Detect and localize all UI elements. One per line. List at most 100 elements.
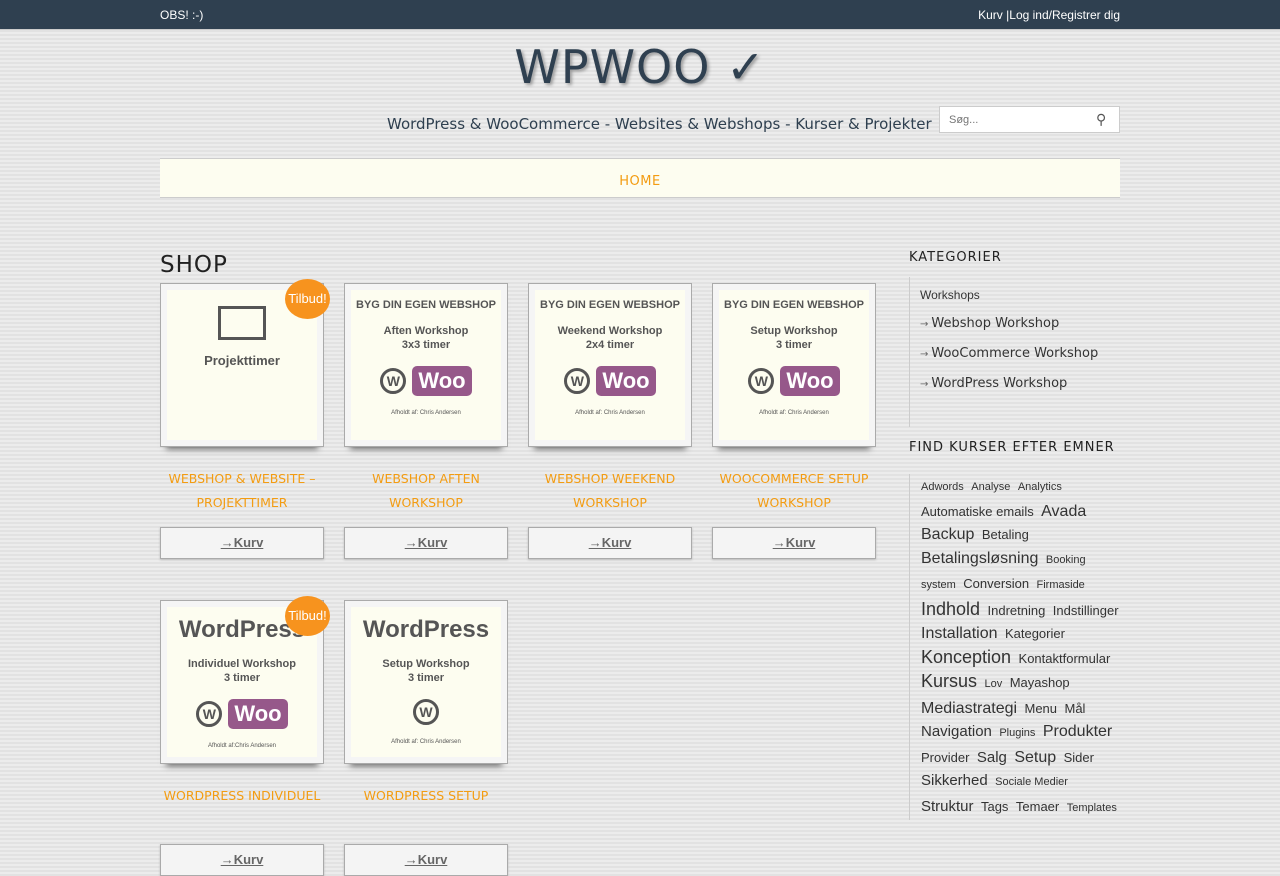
- tag-link[interactable]: Conversion: [963, 576, 1029, 591]
- product-title[interactable]: WEBSHOP AFTEN WORKSHOP: [344, 467, 508, 527]
- image-line1: Setup Workshop: [750, 325, 838, 337]
- search-input[interactable]: [940, 113, 1090, 126]
- tag-link[interactable]: Backup: [921, 526, 974, 543]
- product-title[interactable]: WEBSHOP & WEBSITE – PROJEKTTIMER: [160, 467, 324, 527]
- tag-link[interactable]: Adwords: [921, 481, 964, 493]
- product-card: Tilbud! WordPress Individuel Workshop 3 ti…: [160, 596, 330, 876]
- login-link[interactable]: Log ind/Registrer dig: [1009, 8, 1120, 22]
- add-to-cart-button[interactable]: →Kurv: [528, 527, 692, 559]
- cart-link[interactable]: Kurv: [978, 8, 1003, 22]
- woocommerce-logo-icon: Woo: [780, 366, 840, 396]
- tag-link[interactable]: Analyse: [971, 481, 1010, 493]
- tag-link[interactable]: Indhold: [921, 599, 980, 619]
- image-line1: Projekttimer: [204, 353, 280, 368]
- woocommerce-logo-icon: Woo: [228, 699, 288, 729]
- nav-home[interactable]: HOME: [619, 174, 660, 189]
- wordpress-logo-icon: W: [564, 368, 591, 394]
- product-title[interactable]: WOOCOMMERCE SETUP WORKSHOP: [712, 467, 876, 527]
- tag-link[interactable]: Installation: [921, 625, 998, 642]
- main-nav: HOME: [160, 158, 1120, 198]
- product-title[interactable]: WEBSHOP WEEKEND WORKSHOP: [528, 467, 692, 527]
- tag-link[interactable]: Navigation: [921, 723, 992, 740]
- product-card: Tilbud! Projekttimer WEBSHOP & WEBSITE –…: [160, 279, 330, 559]
- tag-link[interactable]: Betalingsløsning: [921, 550, 1038, 567]
- tag-link[interactable]: Kategorier: [1005, 626, 1065, 641]
- image-line1: Weekend Workshop: [557, 325, 663, 337]
- category-label: WordPress Workshop: [931, 376, 1068, 391]
- search-box: ⚲: [939, 106, 1120, 133]
- image-byline: Afholdt af:Chris Andersen: [207, 743, 277, 749]
- tag-link[interactable]: Sider: [1064, 750, 1094, 765]
- tag-link[interactable]: Mål: [1064, 701, 1085, 716]
- image-heading: BYG DIN EGEN WEBSHOP: [724, 299, 864, 311]
- product-title[interactable]: WORDPRESS SETUP: [344, 784, 508, 844]
- add-to-cart-button[interactable]: →Kurv: [160, 527, 324, 559]
- image-heading: BYG DIN EGEN WEBSHOP: [540, 299, 680, 311]
- image-line1: Setup Workshop: [382, 658, 470, 670]
- image-byline: Afholdt af: Chris Andersen: [391, 410, 461, 416]
- image-line2: 3 timer: [775, 339, 813, 351]
- tag-link[interactable]: Mayashop: [1010, 675, 1070, 690]
- category-parent[interactable]: Workshops: [920, 288, 1120, 302]
- product-card: BYG DIN EGEN WEBSHOP Weekend Workshop 2x4 …: [528, 283, 692, 559]
- site-logo[interactable]: WPWOO ✓: [0, 40, 1280, 94]
- category-label: Webshop Workshop: [931, 316, 1060, 331]
- product-card: WordPress Setup Workshop 3 timer W Afholdt a…: [344, 600, 508, 876]
- tag-link[interactable]: Tags: [981, 799, 1008, 814]
- top-bar: OBS! :-) Kurv |Log ind/Registrer dig: [0, 0, 1280, 30]
- tag-link[interactable]: Sociale Medier: [995, 776, 1068, 788]
- tag-link[interactable]: Automatiske emails: [921, 504, 1034, 519]
- add-to-cart-button[interactable]: →Kurv: [344, 844, 508, 876]
- add-to-cart-button[interactable]: →Kurv: [712, 527, 876, 559]
- tag-link[interactable]: Konception: [921, 647, 1011, 667]
- tag-link[interactable]: Indstillinger: [1053, 603, 1119, 618]
- arrow-right-icon: →: [920, 319, 929, 330]
- image-byline: Afholdt af: Chris Andersen: [391, 739, 461, 745]
- projects-icon: [218, 306, 266, 340]
- tag-link[interactable]: Setup: [1014, 749, 1056, 766]
- tag-link[interactable]: Analytics: [1018, 481, 1062, 493]
- tag-link[interactable]: Provider: [921, 750, 969, 765]
- wordpress-logo-icon: W: [413, 699, 439, 725]
- tag-link[interactable]: Kursus: [921, 671, 977, 691]
- tag-link[interactable]: Kontaktformular: [1019, 651, 1111, 666]
- search-icon[interactable]: ⚲: [1096, 112, 1106, 128]
- category-item[interactable]: → WooCommerce Workshop: [920, 346, 1120, 361]
- product-image[interactable]: BYG DIN EGEN WEBSHOP Weekend Workshop 2x4 …: [528, 283, 692, 447]
- category-item[interactable]: → Webshop Workshop: [920, 316, 1120, 331]
- tag-link[interactable]: Plugins: [999, 727, 1035, 739]
- tag-link[interactable]: Templates: [1067, 802, 1117, 814]
- product-image[interactable]: BYG DIN EGEN WEBSHOP Setup Workshop 3 time…: [712, 283, 876, 447]
- tag-link[interactable]: Firmaside: [1037, 579, 1085, 591]
- tag-link[interactable]: Struktur: [921, 798, 974, 815]
- sale-badge: Tilbud!: [285, 596, 330, 636]
- image-byline: Afholdt af: Chris Andersen: [575, 410, 645, 416]
- category-label: WooCommerce Workshop: [931, 346, 1099, 361]
- woocommerce-logo-icon: Woo: [412, 366, 472, 396]
- image-line1: Aften Workshop: [383, 325, 469, 337]
- product-image[interactable]: WordPress Setup Workshop 3 timer W Afholdt a…: [344, 600, 508, 764]
- product-image[interactable]: BYG DIN EGEN WEBSHOP Aften Workshop 3x3 ti…: [344, 283, 508, 447]
- tag-cloud: Adwords Analyse Analytics Automatiske em…: [909, 474, 1124, 820]
- tag-link[interactable]: Betaling: [982, 527, 1029, 542]
- tag-link[interactable]: Sikkerhed: [921, 772, 988, 789]
- product-card: BYG DIN EGEN WEBSHOP Aften Workshop 3x3 ti…: [344, 283, 508, 559]
- tag-link[interactable]: Lov: [984, 678, 1002, 690]
- tag-link[interactable]: Indretning: [988, 603, 1046, 618]
- site-tagline: WordPress & WooCommerce - Websites & Web…: [387, 115, 932, 133]
- add-to-cart-button[interactable]: →Kurv: [344, 527, 508, 559]
- categories-title: KATEGORIER: [909, 250, 1002, 265]
- image-line2: 3 timer: [407, 672, 445, 684]
- image-byline: Afholdt af: Chris Andersen: [759, 410, 829, 416]
- tag-link[interactable]: Salg: [977, 749, 1007, 766]
- tag-link[interactable]: Produkter: [1043, 723, 1112, 740]
- add-to-cart-button[interactable]: →Kurv: [160, 844, 324, 876]
- tag-link[interactable]: Avada: [1041, 503, 1086, 520]
- category-item[interactable]: → WordPress Workshop: [920, 376, 1120, 391]
- sale-badge: Tilbud!: [285, 279, 330, 319]
- tag-link[interactable]: Mediastrategi: [921, 700, 1017, 717]
- tag-link[interactable]: Temaer: [1016, 799, 1059, 814]
- product-title[interactable]: WORDPRESS INDIVIDUEL: [160, 784, 324, 844]
- image-line2: 3x3 timer: [401, 339, 451, 351]
- tag-link[interactable]: Menu: [1025, 701, 1058, 716]
